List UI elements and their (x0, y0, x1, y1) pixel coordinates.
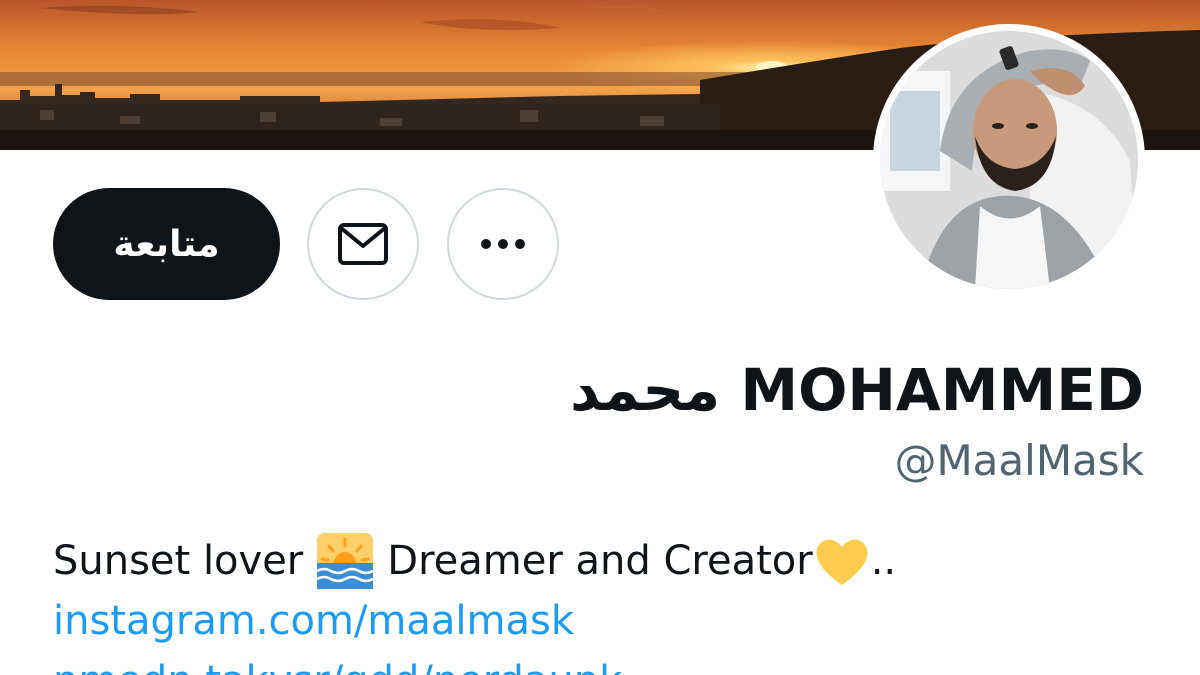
sunrise-emoji-icon (317, 533, 374, 589)
envelope-icon (338, 223, 388, 265)
follow-button-label: متابعة (113, 223, 220, 265)
ellipsis-icon (481, 239, 525, 249)
bio-text-part-1: Sunset lover (53, 538, 304, 584)
profile-avatar[interactable] (873, 24, 1145, 296)
more-options-button[interactable] (447, 188, 559, 300)
message-button[interactable] (307, 188, 419, 300)
profile-bio: Sunset lover Dreamer and Creator .. (53, 533, 896, 589)
yellow-heart-emoji-icon (816, 539, 868, 585)
avatar-photo (880, 31, 1138, 289)
follow-button[interactable]: متابعة (53, 188, 280, 300)
bio-instagram-link[interactable]: instagram.com/maalmask (53, 598, 574, 644)
bio-text-part-2: Dreamer and Creator (387, 538, 813, 584)
profile-handle: @MaalMask (894, 436, 1144, 485)
profile-page: متابعة محمد MOHAMMED @MaalMask Sunset lo… (0, 0, 1200, 675)
bio-trailing-dots: .. (870, 538, 897, 584)
bio-secondary-link[interactable]: nmedn.takvsr/qdd/nerdaunk (53, 658, 622, 675)
profile-display-name: محمد MOHAMMED (570, 356, 1144, 424)
